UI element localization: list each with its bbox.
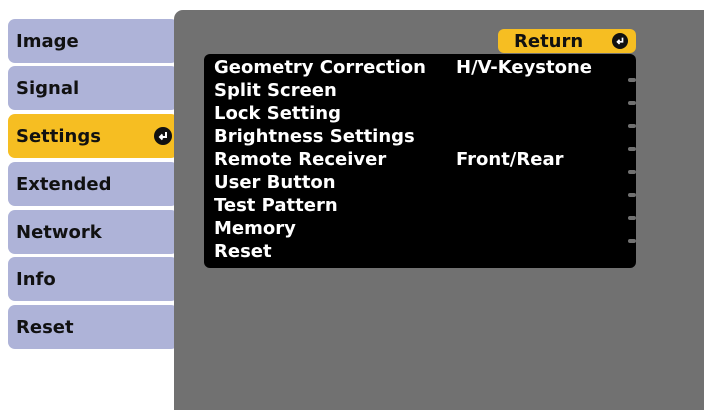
menu-item-label: Lock Setting (214, 103, 341, 124)
tab-label: Extended (16, 173, 112, 195)
menu-item-label: Test Pattern (214, 195, 338, 216)
menu-item-reset[interactable]: Reset (204, 240, 636, 264)
menu-item-memory[interactable]: Memory (204, 217, 636, 243)
enter-icon (612, 33, 628, 49)
menu-item-lock-setting[interactable]: Lock Setting (204, 102, 636, 128)
tab-network[interactable]: Network (8, 210, 178, 254)
tab-label: Image (16, 30, 79, 52)
tab-label: Settings (16, 125, 101, 147)
menu-item-label: Reset (214, 241, 272, 262)
settings-menu: Geometry Correction H/V-Keystone Split S… (204, 54, 636, 268)
tab-settings[interactable]: Settings (8, 114, 178, 158)
tab-label: Reset (16, 316, 74, 338)
tab-label: Network (16, 221, 102, 243)
return-label: Return (514, 30, 584, 52)
tab-reset[interactable]: Reset (8, 305, 178, 349)
tab-info[interactable]: Info (8, 257, 178, 301)
menu-item-brightness-settings[interactable]: Brightness Settings (204, 125, 636, 151)
tab-label: Signal (16, 77, 80, 99)
menu-item-geometry-correction[interactable]: Geometry Correction H/V-Keystone (204, 56, 636, 82)
menu-item-user-button[interactable]: User Button (204, 171, 636, 197)
menu-item-label: Geometry Correction (214, 57, 426, 78)
tab-extended[interactable]: Extended (8, 162, 178, 206)
tab-image[interactable]: Image (8, 19, 178, 63)
menu-item-label: Memory (214, 218, 296, 239)
menu-item-test-pattern[interactable]: Test Pattern (204, 194, 636, 220)
enter-icon (154, 127, 172, 145)
tab-signal[interactable]: Signal (8, 66, 178, 110)
menu-item-remote-receiver[interactable]: Remote Receiver Front/Rear (204, 148, 636, 174)
menu-item-label: Split Screen (214, 80, 337, 101)
menu-item-split-screen[interactable]: Split Screen (204, 79, 636, 105)
menu-item-value: Front/Rear (456, 149, 564, 170)
tab-label: Info (16, 268, 56, 290)
menu-item-label: Remote Receiver (214, 149, 387, 170)
menu-item-label: User Button (214, 172, 336, 193)
return-button[interactable]: Return (498, 29, 636, 53)
menu-item-value: H/V-Keystone (456, 57, 593, 78)
menu-item-label: Brightness Settings (214, 126, 415, 147)
